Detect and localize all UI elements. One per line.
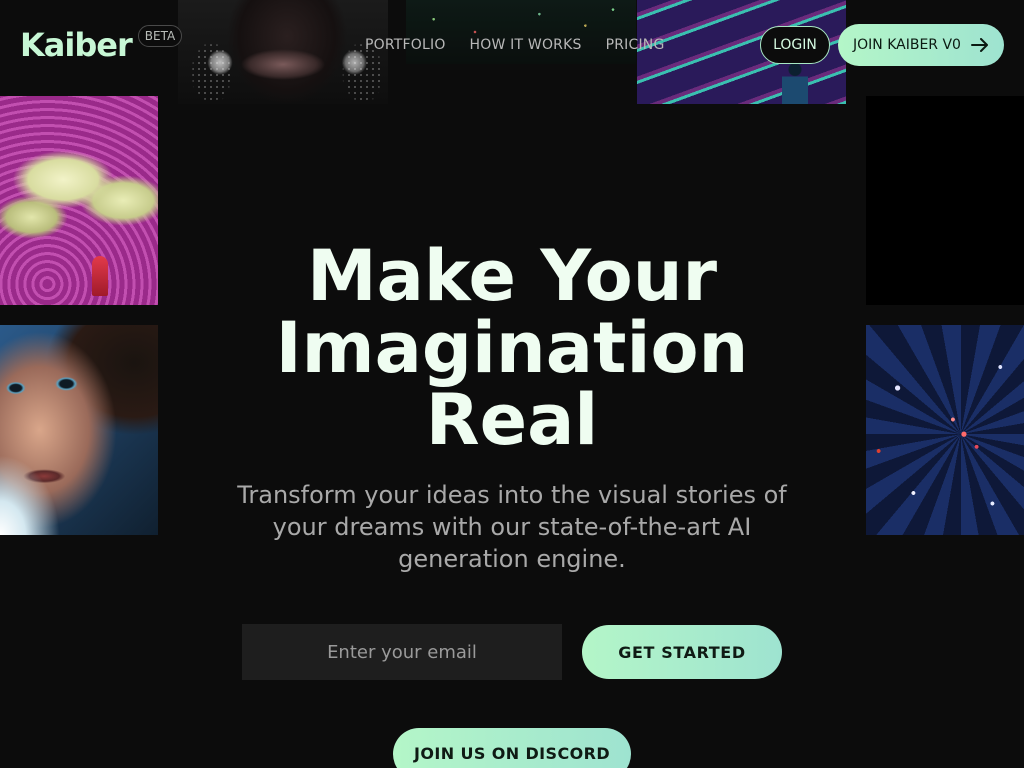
arrow-right-icon bbox=[970, 38, 989, 52]
hero-title: Make Your Imagination Real bbox=[275, 235, 749, 461]
join-discord-button[interactable]: JOIN US ON DISCORD bbox=[393, 728, 631, 768]
main-nav: PORTFOLIO HOW IT WORKS PRICING bbox=[365, 36, 665, 54]
login-button[interactable]: LOGIN bbox=[760, 26, 830, 64]
artwork-cosmic-swirl bbox=[866, 325, 1024, 535]
beta-badge: BETA bbox=[137, 25, 183, 47]
hero-subtitle: Transform your ideas into the visual sto… bbox=[237, 481, 787, 573]
login-button-label: LOGIN bbox=[773, 37, 817, 53]
landing-page: Kaiber BETA PORTFOLIO HOW IT WORKS PRICI… bbox=[0, 0, 1024, 768]
artwork-portrait-earrings bbox=[178, 0, 388, 104]
artwork-woman-face bbox=[0, 325, 158, 535]
get-started-button[interactable]: GET STARTED bbox=[582, 625, 782, 679]
nav-link-how-it-works[interactable]: HOW IT WORKS bbox=[470, 36, 582, 54]
kaiber-logo[interactable]: Kaiber bbox=[20, 24, 133, 66]
join-kaiber-v0-button[interactable]: JOIN KAIBER V0 bbox=[838, 24, 1004, 66]
artwork-surreal-clouds bbox=[0, 96, 158, 305]
artwork-night-lights bbox=[406, 0, 636, 64]
nav-link-pricing[interactable]: PRICING bbox=[606, 36, 665, 54]
artwork-dark-frame bbox=[866, 96, 1024, 305]
logo-group[interactable]: Kaiber BETA bbox=[20, 24, 183, 66]
join-kaiber-v0-label: JOIN KAIBER V0 bbox=[853, 37, 961, 53]
email-input[interactable] bbox=[242, 624, 562, 680]
nav-link-portfolio[interactable]: PORTFOLIO bbox=[365, 36, 446, 54]
